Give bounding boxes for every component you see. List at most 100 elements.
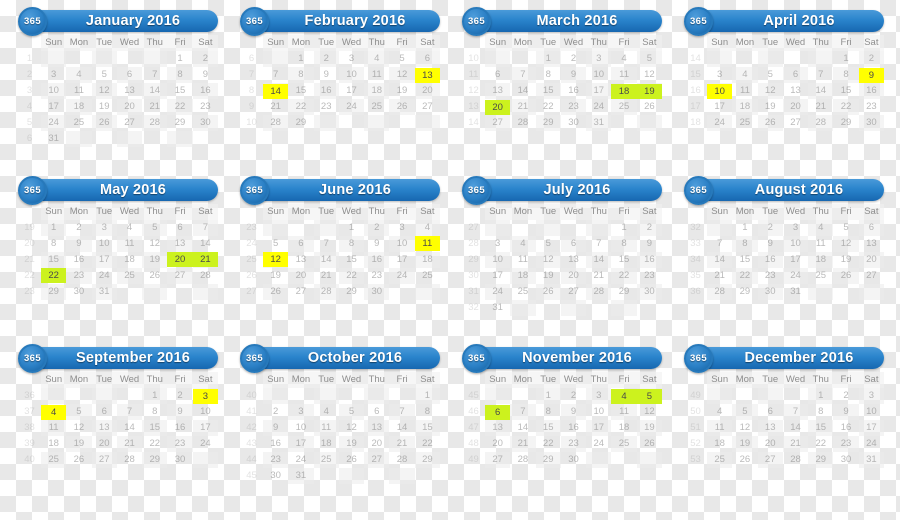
day-cell[interactable]: 19 [536,268,561,284]
day-cell[interactable]: 15 [535,420,561,437]
day-cell[interactable]: 14 [707,251,733,268]
day-cell[interactable]: 29 [833,115,858,131]
day-cell[interactable]: 11 [116,235,143,252]
day-cell[interactable]: 11 [510,252,535,268]
day-cell[interactable]: 6 [858,219,884,236]
day-cell[interactable]: 22 [536,436,561,452]
day-cell[interactable]: 8 [142,404,167,420]
day-cell[interactable]: 24 [586,436,611,452]
day-cell[interactable]: 6 [485,67,510,83]
day-cell[interactable]: 13 [485,420,511,437]
day-cell[interactable]: 21 [707,268,732,284]
day-cell[interactable]: 6 [560,235,587,252]
day-cell[interactable]: 1 [167,51,192,67]
day-cell[interactable]: 13 [167,235,193,252]
day-cell[interactable]: 15 [535,83,561,99]
day-cell[interactable]: 29 [339,284,364,300]
day-cell[interactable]: 25 [732,115,757,131]
day-cell[interactable]: 27 [757,452,783,469]
day-cell[interactable]: 7 [510,67,536,83]
day-cell[interactable]: 16 [263,436,288,452]
day-cell[interactable]: 16 [167,420,192,436]
day-cell[interactable]: 6 [167,220,192,236]
day-cell[interactable]: 4 [41,404,67,420]
day-cell[interactable]: 23 [758,268,783,284]
day-cell[interactable]: 1 [414,388,440,405]
day-cell[interactable]: 21 [142,99,167,115]
day-cell[interactable]: 21 [314,268,339,284]
day-cell[interactable]: 12 [535,251,561,268]
day-cell[interactable]: 8 [288,67,314,83]
day-cell[interactable]: 19 [636,83,662,99]
day-cell[interactable]: 15 [41,251,67,268]
day-cell[interactable]: 18 [611,420,636,436]
day-cell[interactable]: 13 [561,252,586,268]
day-cell[interactable]: 12 [263,251,289,268]
day-cell[interactable]: 9 [560,67,587,83]
day-cell[interactable]: 15 [288,83,313,99]
day-cell[interactable]: 14 [142,83,168,99]
day-cell[interactable]: 1 [833,51,858,67]
day-cell[interactable]: 9 [193,67,218,83]
day-cell[interactable]: 30 [364,283,390,300]
day-cell[interactable]: 17 [288,436,314,453]
day-cell[interactable]: 15 [414,420,440,437]
day-cell[interactable]: 24 [92,268,117,284]
day-cell[interactable]: 27 [288,284,313,300]
day-cell[interactable]: 23 [193,99,218,115]
day-cell[interactable]: 2 [636,219,662,236]
day-cell[interactable]: 27 [859,268,884,284]
day-cell[interactable]: 4 [707,404,732,420]
day-cell[interactable]: 17 [339,83,364,99]
day-cell[interactable]: 23 [263,452,289,469]
day-cell[interactable]: 23 [66,267,92,284]
day-cell[interactable]: 9 [263,420,289,437]
day-cell[interactable]: 22 [288,99,314,115]
day-cell[interactable]: 21 [510,99,536,115]
day-cell[interactable]: 1 [611,220,636,236]
day-cell[interactable]: 20 [92,436,117,452]
day-cell[interactable]: 27 [485,115,511,131]
day-cell[interactable]: 20 [414,83,440,99]
day-cell[interactable]: 17 [485,268,510,284]
day-cell[interactable]: 21 [389,436,415,453]
day-cell[interactable]: 9 [560,404,587,421]
day-cell[interactable]: 29 [414,452,440,469]
day-cell[interactable]: 10 [41,83,67,99]
day-cell[interactable]: 7 [808,67,833,83]
day-cell[interactable]: 1 [142,388,168,405]
day-cell[interactable]: 19 [338,436,365,453]
day-cell[interactable]: 15 [808,420,834,437]
day-cell[interactable]: 16 [757,251,783,268]
day-cell[interactable]: 23 [560,99,587,115]
day-cell[interactable]: 11 [732,83,757,99]
day-cell[interactable]: 11 [611,404,637,421]
day-cell[interactable]: 29 [808,452,834,469]
day-cell[interactable]: 17 [707,99,732,115]
day-cell[interactable]: 17 [192,420,218,437]
day-cell[interactable]: 13 [117,83,142,99]
day-cell[interactable]: 28 [263,115,289,131]
day-cell[interactable]: 24 [41,115,67,131]
day-cell[interactable]: 28 [117,452,142,468]
day-cell[interactable]: 11 [66,83,91,99]
day-cell[interactable]: 21 [586,268,611,284]
day-cell[interactable]: 21 [782,436,809,453]
day-cell[interactable]: 8 [41,236,66,252]
day-cell[interactable]: 1 [535,51,561,67]
day-cell[interactable]: 29 [142,452,168,469]
day-cell[interactable]: 22 [611,267,637,284]
day-cell[interactable]: 18 [732,99,758,115]
day-cell[interactable]: 7 [707,236,732,252]
day-cell[interactable]: 19 [636,420,662,437]
day-cell[interactable]: 24 [782,267,809,284]
day-cell[interactable]: 19 [389,83,414,99]
day-cell[interactable]: 13 [91,420,117,437]
day-cell[interactable]: 2 [858,51,884,67]
day-cell[interactable]: 24 [485,283,511,300]
day-cell[interactable]: 4 [510,235,536,252]
day-cell[interactable]: 22 [142,436,167,452]
day-cell[interactable]: 28 [510,115,535,131]
day-cell[interactable]: 5 [263,236,288,252]
day-cell[interactable]: 1 [339,220,364,236]
